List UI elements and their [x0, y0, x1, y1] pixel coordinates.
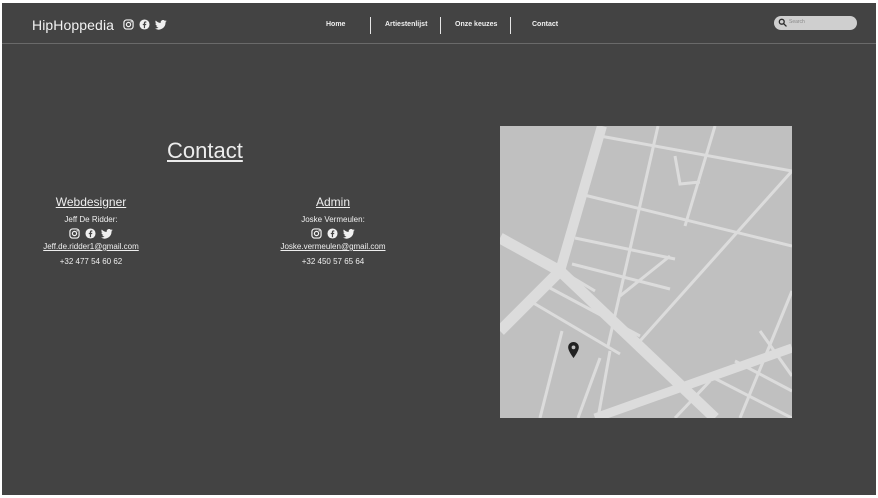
page-frame: HipHoppedia Home Artiestenlijst Onze keu…: [2, 3, 876, 495]
twitter-icon[interactable]: [155, 19, 167, 30]
contact-phone: +32 450 57 65 64: [301, 257, 365, 266]
twitter-icon[interactable]: [343, 229, 355, 239]
contact-name: Joske Vermeulen:: [301, 215, 365, 224]
contact-card-admin: Admin Joske Vermeulen: Joske.vermeulen@g…: [248, 195, 418, 266]
contact-email-link[interactable]: Joske.vermeulen@gmail.com: [248, 242, 418, 251]
nav-contact[interactable]: Contact: [532, 21, 558, 28]
search-input[interactable]: Search: [774, 16, 857, 30]
contact-phone: +32 477 54 60 62: [59, 257, 123, 266]
facebook-icon[interactable]: [139, 19, 150, 30]
nav-divider: [370, 17, 371, 34]
contact-role: Webdesigner: [55, 195, 127, 209]
site-header: HipHoppedia Home Artiestenlijst Onze keu…: [2, 3, 876, 44]
facebook-icon[interactable]: [327, 228, 338, 239]
contact-email-link[interactable]: Jeff.de.ridder1@gmail.com: [6, 242, 176, 251]
twitter-icon[interactable]: [101, 229, 113, 239]
map-roads: [500, 126, 792, 418]
nav-divider: [440, 17, 441, 34]
brand-logo[interactable]: HipHoppedia: [32, 17, 114, 33]
instagram-icon[interactable]: [311, 228, 322, 239]
contact-card-webdesigner: Webdesigner Jeff De Ridder: Jeff.de.ridd…: [6, 195, 176, 266]
map-pin-icon[interactable]: [568, 342, 579, 358]
nav-our-choices[interactable]: Onze keuzes: [455, 21, 497, 28]
nav-divider: [510, 17, 511, 34]
nav-home[interactable]: Home: [326, 21, 345, 28]
header-social-links: [123, 19, 167, 30]
contact-name: Jeff De Ridder:: [64, 215, 118, 224]
instagram-icon[interactable]: [69, 228, 80, 239]
nav-artists[interactable]: Artiestenlijst: [385, 21, 427, 28]
contact-social-links: [248, 228, 418, 239]
contact-social-links: [6, 228, 176, 239]
instagram-icon[interactable]: [123, 19, 134, 30]
contact-role: Admin: [315, 195, 350, 209]
page-title: Contact: [167, 138, 243, 163]
search-placeholder: Search: [789, 19, 805, 25]
facebook-icon[interactable]: [85, 228, 96, 239]
location-map[interactable]: [500, 126, 792, 418]
search-icon: [778, 18, 787, 27]
